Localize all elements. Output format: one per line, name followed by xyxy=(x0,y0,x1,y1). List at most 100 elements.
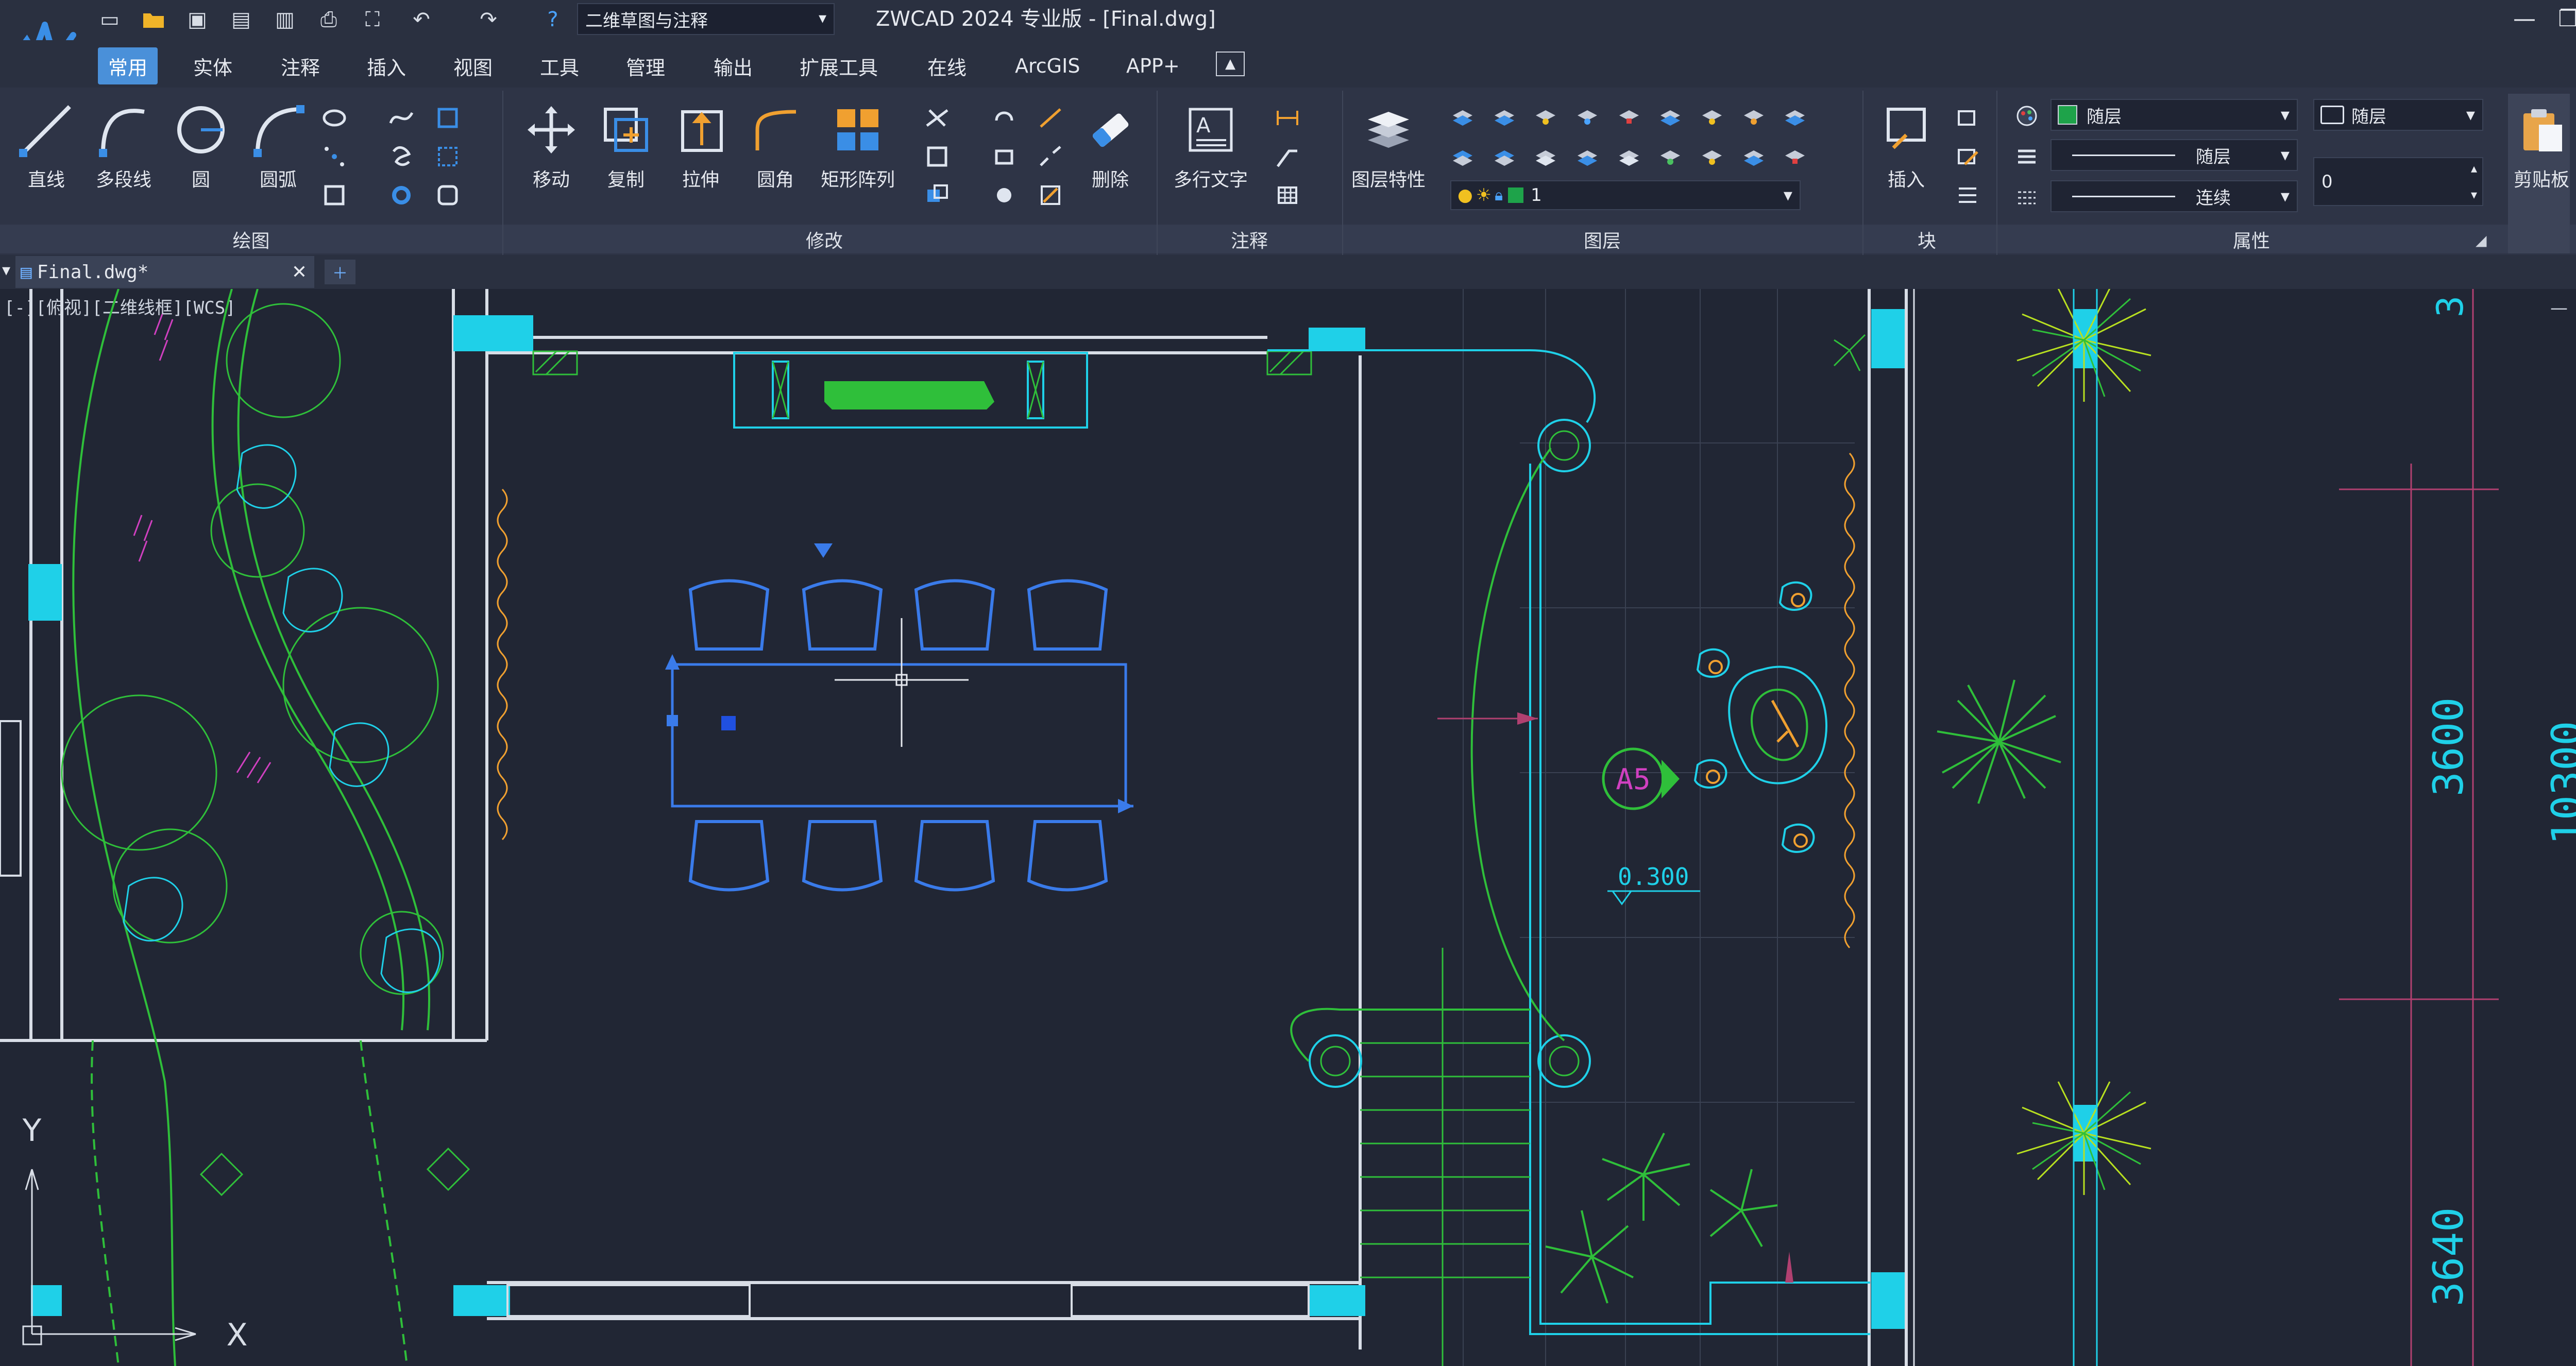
copy-tool[interactable]: 复制 xyxy=(587,99,665,217)
plotstyle-select[interactable]: 随层 ▾ xyxy=(2313,99,2483,131)
tab-tools[interactable]: 工具 xyxy=(540,47,579,84)
array-tool[interactable]: 矩形阵列 xyxy=(819,99,896,217)
insert-block-tool[interactable]: 插入 xyxy=(1868,99,1945,217)
lineweight-select[interactable]: 连续 ▾ xyxy=(2050,180,2298,212)
new-file-icon[interactable]: ▭ xyxy=(95,5,124,34)
maximize-button[interactable]: ❐ xyxy=(2548,2,2576,35)
linear-dimension-icon[interactable] xyxy=(1273,103,1302,133)
color-palette-icon[interactable] xyxy=(2012,101,2042,131)
boundary-icon[interactable] xyxy=(433,180,463,210)
workspace-select[interactable]: 二维草图与注释 ▾ xyxy=(577,3,835,35)
layer-tool-icon[interactable] xyxy=(1572,100,1602,130)
circle-tool[interactable]: 圆 xyxy=(162,99,240,217)
tab-manage[interactable]: 管理 xyxy=(626,47,665,84)
layer-tool-icon[interactable] xyxy=(1448,141,1478,170)
lineweight-icon[interactable] xyxy=(2012,142,2042,172)
fillet-tool[interactable]: 圆角 xyxy=(737,99,814,217)
ellipse-icon[interactable] xyxy=(319,103,349,133)
layer-tool-icon[interactable] xyxy=(1655,100,1685,130)
polyline-tool[interactable]: 多段线 xyxy=(85,99,162,217)
rotate-icon[interactable] xyxy=(989,103,1019,133)
panel-expand-icon[interactable]: ◢ xyxy=(2476,232,2487,249)
undo-icon[interactable]: ↶ xyxy=(407,5,436,34)
layer-tool-icon[interactable] xyxy=(1780,141,1810,170)
leader-icon[interactable] xyxy=(1273,142,1302,172)
tab-solid[interactable]: 实体 xyxy=(193,47,232,84)
print-icon[interactable]: ⎙ xyxy=(314,5,343,34)
offset-icon[interactable] xyxy=(989,142,1019,172)
transparency-input[interactable]: 0 ▴ ▾ xyxy=(2313,157,2483,206)
layer-tool-icon[interactable] xyxy=(1697,100,1727,130)
zoom-extents-icon[interactable]: ⛶ xyxy=(358,5,387,34)
tab-app-plus[interactable]: APP+ xyxy=(1126,47,1180,84)
tab-home[interactable]: 常用 xyxy=(98,47,158,84)
help-icon[interactable]: ? xyxy=(538,5,567,34)
layer-tool-icon[interactable] xyxy=(1739,100,1769,130)
break-icon[interactable] xyxy=(1036,142,1065,172)
spline-icon[interactable] xyxy=(386,103,416,133)
spinner-down-icon[interactable]: ▾ xyxy=(2471,187,2477,202)
layer-tool-icon[interactable] xyxy=(1697,141,1727,170)
hatch-icon[interactable] xyxy=(433,142,463,172)
open-folder-icon[interactable] xyxy=(139,5,168,34)
tab-extensions[interactable]: 扩展工具 xyxy=(800,47,878,84)
layer-properties-tool[interactable]: 图层特性 xyxy=(1350,99,1427,217)
mirror-icon[interactable] xyxy=(922,142,952,172)
rectangle-icon[interactable] xyxy=(319,180,349,210)
tab-online[interactable]: 在线 xyxy=(927,47,967,84)
point-icon[interactable] xyxy=(319,142,349,172)
save-icon[interactable]: ▣ xyxy=(183,5,212,34)
layer-tool-icon[interactable] xyxy=(1572,141,1602,170)
attribute-icon[interactable] xyxy=(1953,180,1982,210)
new-tab-button[interactable]: ＋ xyxy=(325,260,355,284)
erase-tool[interactable]: 删除 xyxy=(1072,99,1149,217)
explode-icon[interactable] xyxy=(989,180,1019,210)
stretch-tool[interactable]: 拉伸 xyxy=(662,99,739,217)
revcloud-icon[interactable] xyxy=(386,142,416,172)
redo-icon[interactable]: ↷ xyxy=(474,5,503,34)
line-tool[interactable]: 直线 xyxy=(8,99,85,217)
tab-insert[interactable]: 插入 xyxy=(367,47,406,84)
minimize-button[interactable]: — xyxy=(2504,2,2545,35)
create-block-icon[interactable] xyxy=(1953,103,1982,133)
layer-tool-icon[interactable] xyxy=(1614,141,1644,170)
layer-tool-icon[interactable] xyxy=(1448,100,1478,130)
move-tool[interactable]: 移动 xyxy=(513,99,590,217)
cad-drawing[interactable]: A5 0.300 3600 10300 3640 3 Y X xyxy=(0,289,2576,1366)
linetype-icon[interactable] xyxy=(2012,183,2042,213)
table-icon[interactable] xyxy=(1273,180,1302,210)
donut-icon[interactable] xyxy=(386,180,416,210)
layer-tool-icon[interactable] xyxy=(1780,100,1810,130)
join-icon[interactable] xyxy=(1036,180,1065,210)
clipboard-tool[interactable]: 剪贴板 xyxy=(2503,99,2576,217)
layer-select[interactable]: ● ☀ 🔒︎ 1 ▾ xyxy=(1450,180,1801,210)
layer-tool-icon[interactable] xyxy=(1531,100,1561,130)
region-icon[interactable] xyxy=(433,103,463,133)
layer-tool-icon[interactable] xyxy=(1739,141,1769,170)
layer-properties-label: 图层特性 xyxy=(1351,169,1426,191)
close-tab-icon[interactable]: ✕ xyxy=(292,262,307,283)
layer-tool-icon[interactable] xyxy=(1531,141,1561,170)
arc-tool[interactable]: 圆弧 xyxy=(240,99,317,217)
edit-block-icon[interactable] xyxy=(1953,142,1982,172)
document-tab[interactable]: ▤ Final.dwg* ✕ xyxy=(15,256,314,288)
tab-arcgis[interactable]: ArcGIS xyxy=(1015,47,1080,84)
tab-view[interactable]: 视图 xyxy=(453,47,493,84)
ribbon-collapse-icon[interactable]: ▲ xyxy=(1216,52,1245,76)
save-as-icon[interactable]: ▤ xyxy=(227,5,256,34)
spinner-up-icon[interactable]: ▴ xyxy=(2471,161,2477,176)
file-menu-triangle-icon[interactable]: ▾ xyxy=(2,260,10,280)
layer-tool-icon[interactable] xyxy=(1489,100,1519,130)
trim-icon[interactable] xyxy=(922,103,952,133)
color-select[interactable]: 随层 ▾ xyxy=(2050,99,2298,131)
extend-icon[interactable] xyxy=(1036,103,1065,133)
tab-annotate[interactable]: 注释 xyxy=(281,47,320,84)
save-all-icon[interactable]: ▥ xyxy=(270,5,299,34)
scale-icon[interactable] xyxy=(922,180,952,210)
linetype-select[interactable]: 随层 ▾ xyxy=(2050,139,2298,171)
layer-tool-icon[interactable] xyxy=(1614,100,1644,130)
layer-tool-icon[interactable] xyxy=(1489,141,1519,170)
mtext-tool[interactable]: A 多行文字 xyxy=(1172,99,1249,217)
tab-output[interactable]: 输出 xyxy=(714,47,753,84)
layer-tool-icon[interactable] xyxy=(1655,141,1685,170)
